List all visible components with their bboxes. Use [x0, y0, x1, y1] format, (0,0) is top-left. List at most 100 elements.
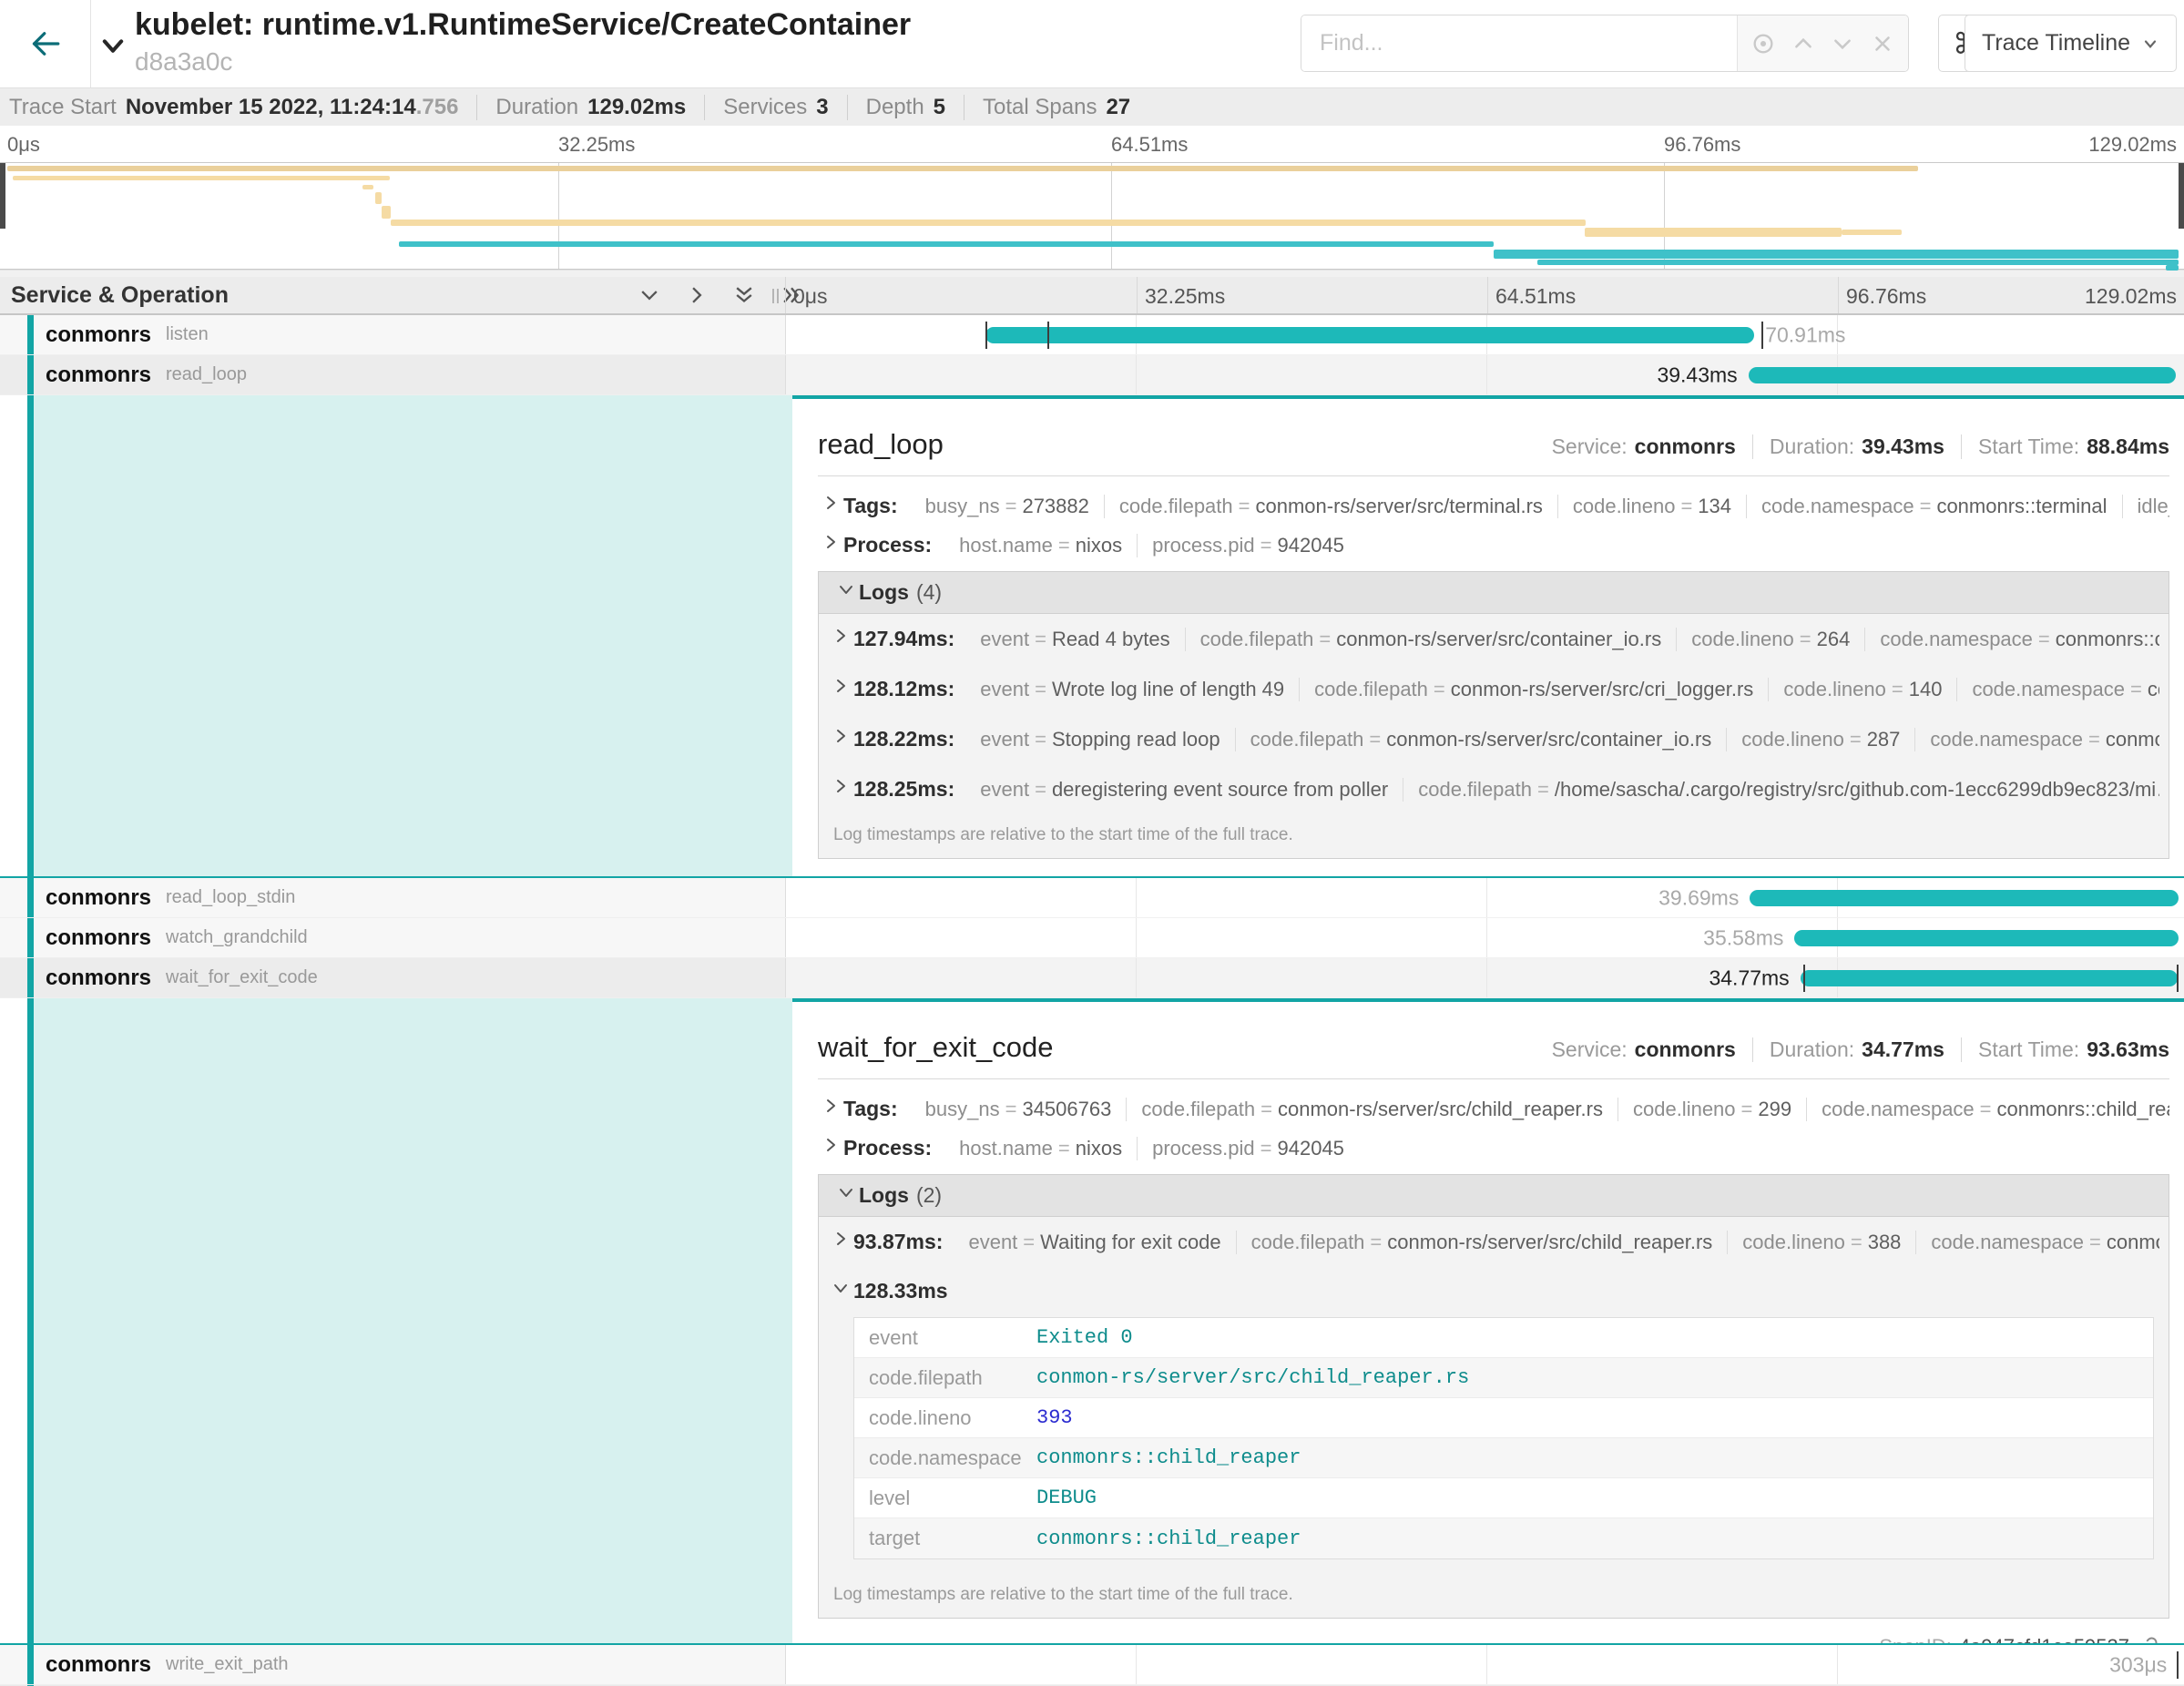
view-selector-button[interactable]: Trace Timeline [1965, 15, 2177, 72]
logs-header[interactable]: Logs(2) [819, 1175, 2169, 1217]
log-field-chip[interactable]: code.filepath=conmon-rs/server/src/conta… [1185, 628, 1677, 651]
log-entry[interactable]: 128.22ms:event=Stopping read loopcode.fi… [819, 714, 2169, 764]
process-chip[interactable]: host.name=nixos [944, 1137, 1137, 1160]
tag-chip[interactable]: code.lineno=134 [1557, 495, 1746, 518]
target-icon[interactable] [1750, 30, 1777, 57]
minimap-span [391, 220, 1586, 226]
timeline-tick-label: 96.76ms [1846, 284, 1926, 309]
log-field-chip[interactable]: code.lineno=287 [1726, 728, 1914, 751]
span-row-name[interactable]: conmonrsread_loop [0, 355, 785, 395]
log-field-chip[interactable]: code.namespace=conmon… [1914, 728, 2159, 751]
span-row-name[interactable]: conmonrswait_for_exit_code [0, 958, 785, 998]
detail-meta: Service:conmonrsDuration:34.77msStart Ti… [1552, 1037, 2169, 1062]
log-entry[interactable]: 128.25ms:event=deregistering event sourc… [819, 764, 2169, 814]
span-row-name[interactable]: conmonrslisten [0, 315, 785, 355]
summary-item: Trace StartNovember 15 2022, 11:24:14.75… [9, 95, 458, 120]
span-duration-bar[interactable] [1801, 970, 2178, 986]
timeline-tick-label: 0μs [793, 284, 828, 309]
chevron-up-icon[interactable] [1790, 30, 1817, 57]
minimap-drag-handle-left[interactable] [0, 163, 5, 229]
tag-chip[interactable]: code.filepath=conmon-rs/server/src/termi… [1104, 495, 1557, 518]
log-field-chip[interactable]: event=Waiting for exit code [954, 1231, 1235, 1254]
back-button[interactable] [0, 0, 91, 87]
process-chip-key: host.name [959, 1137, 1053, 1160]
tags-row[interactable]: Tags: busy_ns=34506763code.filepath=conmo… [818, 1096, 2169, 1122]
span-row-name[interactable]: conmonrswatch_grandchild [0, 918, 785, 958]
equals-sign: = [1851, 1231, 1863, 1253]
span-row-timeline[interactable]: 303μs [785, 1645, 2184, 1685]
log-field-chip[interactable]: code.namespace=co… [1956, 678, 2159, 701]
summary-item: Total Spans27 [964, 95, 1130, 120]
detail-meta-item: Service:conmonrs [1552, 1037, 1736, 1062]
close-icon[interactable] [1869, 30, 1896, 57]
process-chip[interactable]: process.pid=942045 [1137, 1137, 1359, 1160]
log-field-chip[interactable]: event=Read 4 bytes [965, 628, 1184, 651]
log-entry[interactable]: 93.87ms:event=Waiting for exit codecode.… [819, 1217, 2169, 1267]
arrow-left-icon [27, 26, 64, 62]
minimap-canvas[interactable] [0, 162, 2184, 270]
span-duration-bar[interactable] [1794, 930, 2179, 946]
tag-chip[interactable]: busy_ns=273882 [911, 495, 1104, 518]
chevron-down-icon[interactable] [1829, 30, 1856, 57]
log-field-chip[interactable]: code.filepath=/home/sascha/.cargo/regist… [1403, 778, 2159, 802]
span-row-timeline[interactable]: 39.69ms [785, 878, 2184, 918]
tags-label: Tags: [843, 1097, 898, 1121]
chevron-down-icon [833, 1182, 859, 1209]
tag-chip[interactable]: code.filepath=conmon-rs/server/src/child… [1126, 1098, 1618, 1121]
detail-divider [818, 475, 2169, 476]
tag-chip[interactable]: busy_ns=34506763 [911, 1098, 1127, 1121]
minimap-span [13, 176, 390, 180]
log-field-chip[interactable]: event=Wrote log line of length 49 [965, 678, 1299, 701]
jaeger-trace-view: kubelet: runtime.v1.RuntimeService/Creat… [0, 0, 2184, 1686]
span-row-timeline[interactable]: 39.43ms [785, 355, 2184, 395]
detail-meta-value: 39.43ms [1862, 434, 1944, 458]
process-chip[interactable]: host.name=nixos [944, 534, 1137, 557]
tag-chip[interactable]: code.namespace=conmonrs::terminal [1746, 495, 2122, 518]
log-field-chip[interactable]: code.filepath=conmon-rs/server/src/child… [1236, 1231, 1728, 1254]
link-icon[interactable] [2137, 1636, 2158, 1643]
find-input[interactable] [1301, 15, 1737, 71]
log-field-chip[interactable]: event=Stopping read loop [965, 728, 1234, 751]
log-field-chip[interactable]: code.filepath=conmon-rs/server/src/conta… [1235, 728, 1727, 751]
log-entry[interactable]: 127.94ms:event=Read 4 bytescode.filepath… [819, 614, 2169, 664]
tag-chip[interactable]: code.namespace=conmonrs::child_reap… [1806, 1098, 2169, 1121]
log-field-chip[interactable]: code.namespace=conmon… [1915, 1231, 2159, 1254]
span-row-timeline[interactable]: 35.58ms [785, 918, 2184, 958]
span-row-name[interactable]: conmonrsread_loop_stdin [0, 878, 785, 918]
log-field-chip[interactable]: code.filepath=conmon-rs/server/src/cri_l… [1299, 678, 1768, 701]
logs-label: Logs [859, 580, 909, 605]
log-field-chip[interactable]: code.lineno=264 [1676, 628, 1864, 651]
log-field-chip[interactable]: code.lineno=388 [1727, 1231, 1915, 1254]
span-duration-bar[interactable] [985, 327, 1754, 343]
logs-header[interactable]: Logs(4) [819, 572, 2169, 614]
trace-collapse-toggle[interactable] [95, 27, 131, 64]
process-row[interactable]: Process:host.name=nixosprocess.pid=94204… [818, 532, 2169, 558]
column-resizer[interactable] [772, 284, 783, 308]
detail-meta-value: 93.63ms [2087, 1037, 2169, 1061]
tag-chip[interactable]: code.lineno=299 [1618, 1098, 1806, 1121]
minimap-drag-handle-right[interactable] [2179, 163, 2184, 229]
span-row-timeline[interactable]: 70.91ms [785, 315, 2184, 355]
span-duration-bar[interactable] [1750, 890, 2179, 906]
log-field-chip[interactable]: code.lineno=140 [1768, 678, 1956, 701]
span-operation-name: read_loop_stdin [166, 887, 295, 908]
tag-chip[interactable]: idle_n… [2122, 495, 2169, 518]
process-row[interactable]: Process:host.name=nixosprocess.pid=94204… [818, 1135, 2169, 1161]
log-field-chip[interactable]: code.namespace=conmonrs::co… [1864, 628, 2159, 651]
span-duration-bar[interactable] [1749, 367, 2176, 383]
log-field-chip[interactable]: event=deregistering event source from po… [965, 778, 1403, 802]
minimap-tick-label: 64.51ms [1111, 133, 1188, 157]
span-accent [27, 315, 34, 354]
log-field-chip-key: code.filepath [1418, 778, 1532, 801]
tag-chip-value: 134 [1698, 495, 1731, 517]
expand-one-icon[interactable] [685, 283, 709, 307]
span-row-timeline[interactable]: 34.77ms [785, 958, 2184, 998]
span-row-name[interactable]: conmonrswrite_exit_path [0, 1645, 785, 1685]
log-entry-expanded-header[interactable]: 128.33ms [819, 1267, 2169, 1312]
tags-row[interactable]: Tags:busy_ns=273882code.filepath=conmon-… [818, 493, 2169, 519]
equals-sign: = [1239, 495, 1250, 517]
process-chip[interactable]: process.pid=942045 [1137, 534, 1359, 557]
collapse-all-icon[interactable] [732, 283, 756, 307]
collapse-one-icon[interactable] [638, 283, 661, 307]
log-entry[interactable]: 128.12ms:event=Wrote log line of length … [819, 664, 2169, 714]
